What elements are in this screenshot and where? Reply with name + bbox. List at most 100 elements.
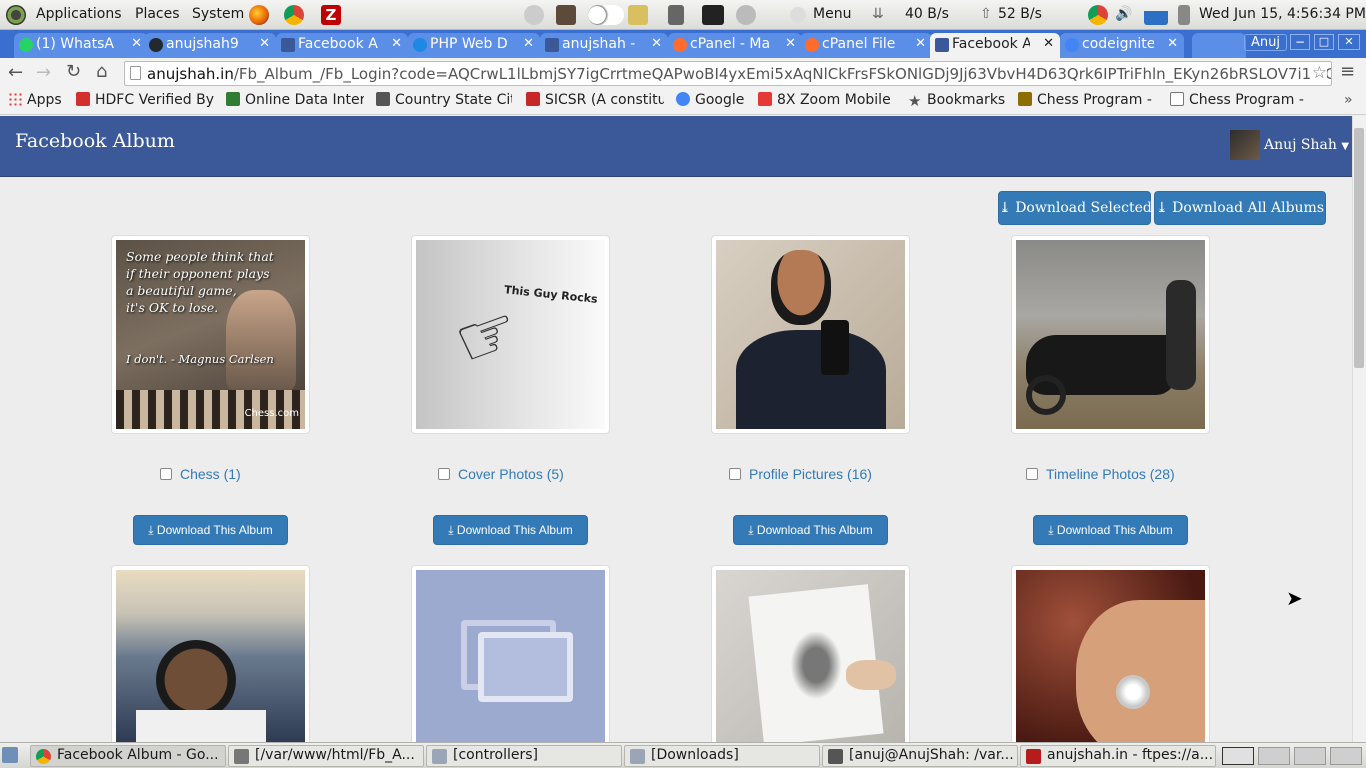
- workspace-4[interactable]: [1330, 747, 1362, 765]
- album-thumbnail-6[interactable]: [411, 565, 610, 743]
- workspace-2[interactable]: [1258, 747, 1290, 765]
- close-icon[interactable]: ✕: [915, 36, 926, 51]
- page-info-icon[interactable]: [130, 66, 141, 80]
- bookmark-8x-zoom[interactable]: 8X Zoom Mobile: [758, 92, 894, 108]
- chrome-menu-icon[interactable]: ≡: [1340, 61, 1355, 82]
- album-thumbnail-profile[interactable]: [711, 235, 910, 434]
- bookmark-folder[interactable]: ★ Bookmarks: [908, 92, 1005, 108]
- tab-php[interactable]: PHP Web D ✕: [408, 33, 540, 58]
- bookmark-country-state[interactable]: Country State Cit: [376, 92, 512, 108]
- bookmark-google[interactable]: Google: [676, 92, 744, 108]
- filezilla-icon[interactable]: Z: [321, 5, 341, 25]
- workspace-3[interactable]: [1294, 747, 1326, 765]
- battery-icon[interactable]: [1178, 5, 1190, 25]
- checkbox[interactable]: [438, 468, 450, 480]
- album-checkbox-cover[interactable]: Cover Photos (5): [438, 466, 564, 482]
- checkbox[interactable]: [1026, 468, 1038, 480]
- close-window-button[interactable]: ✕: [1338, 34, 1360, 50]
- checkbox[interactable]: [160, 468, 172, 480]
- close-icon[interactable]: ✕: [1167, 36, 1178, 51]
- bookmark-hdfc[interactable]: HDFC Verified By: [76, 92, 216, 108]
- terminal-icon[interactable]: [702, 5, 724, 25]
- firefox-icon[interactable]: [249, 5, 269, 25]
- bookmark-sicsr[interactable]: SICSR (A constitu: [526, 92, 664, 108]
- taskbar-item-chrome[interactable]: Facebook Album - Go...: [30, 745, 226, 767]
- bookmark-star-icon[interactable]: ☆: [1311, 63, 1327, 83]
- network-icon[interactable]: [736, 5, 756, 25]
- bookmark-apps[interactable]: Apps: [8, 92, 62, 108]
- maximize-button[interactable]: □: [1314, 34, 1334, 50]
- tab-github[interactable]: anujshah9 ✕: [144, 33, 276, 58]
- monitor-icon[interactable]: [628, 5, 648, 25]
- tab-whatsapp[interactable]: (1) WhatsA ✕: [14, 33, 148, 58]
- tab-facebook-active[interactable]: Facebook A ✕: [930, 33, 1060, 58]
- tab-facebook-2[interactable]: anujshah - ✕: [540, 33, 668, 58]
- album-checkbox-timeline[interactable]: Timeline Photos (28): [1026, 466, 1175, 482]
- clock[interactable]: Wed Jun 15, 4:56:34 PM: [1199, 6, 1366, 22]
- album-thumbnail-8[interactable]: [1011, 565, 1210, 743]
- download-album-button-cover[interactable]: ⤓ Download This Album: [433, 515, 588, 545]
- usb-icon[interactable]: [668, 5, 684, 25]
- menu-icon[interactable]: [790, 7, 806, 23]
- more-bookmarks-icon[interactable]: »: [1344, 92, 1353, 108]
- reload-icon[interactable]: ↻: [66, 61, 81, 82]
- taskbar-item-terminal[interactable]: [anuj@AnujShah: /var...: [822, 745, 1018, 767]
- album-thumbnail-chess[interactable]: Some people think that if their opponent…: [111, 235, 310, 434]
- taskbar-item-filezilla[interactable]: anujshah.in - ftpes://a...: [1020, 745, 1216, 767]
- taskbar-item-downloads[interactable]: [Downloads]: [624, 745, 820, 767]
- address-bar[interactable]: anujshah.in/Fb_Album_/Fb_Login?code=AQCr…: [124, 61, 1332, 86]
- close-icon[interactable]: ✕: [523, 36, 534, 51]
- chrome-icon[interactable]: [284, 5, 304, 25]
- download-album-button-timeline[interactable]: ⤓ Download This Album: [1033, 515, 1188, 545]
- eyes-icon[interactable]: [588, 5, 624, 25]
- user-menu[interactable]: Anuj Shah ▼: [1230, 130, 1349, 160]
- back-icon[interactable]: ←: [8, 62, 23, 83]
- album-thumbnail-7[interactable]: [711, 565, 910, 743]
- chrome-tray-icon[interactable]: [1088, 5, 1108, 25]
- volume-icon[interactable]: 🔊: [1115, 6, 1132, 22]
- scrollbar-thumb[interactable]: [1354, 128, 1364, 368]
- system-menu[interactable]: System: [192, 6, 244, 22]
- close-icon[interactable]: ✕: [785, 36, 796, 51]
- close-icon[interactable]: ✕: [259, 36, 270, 51]
- new-tab-button[interactable]: [1192, 33, 1246, 58]
- album-thumbnail-5[interactable]: [111, 565, 310, 743]
- workspace-1[interactable]: [1222, 747, 1254, 765]
- gnome-logo-icon[interactable]: [6, 5, 26, 25]
- places-menu[interactable]: Places: [135, 6, 180, 22]
- bookmark-chess-2[interactable]: Chess Program -: [1170, 92, 1306, 108]
- bookmark-online-data[interactable]: Online Data Inter: [226, 92, 364, 108]
- download-album-button-profile[interactable]: ⤓ Download This Album: [733, 515, 888, 545]
- download-selected-button[interactable]: ⤓ Download Selected: [998, 191, 1152, 225]
- applications-menu[interactable]: Applications: [36, 6, 122, 22]
- album-thumbnail-cover[interactable]: ☞ This Guy Rocks: [411, 235, 610, 434]
- close-icon[interactable]: ✕: [1043, 36, 1054, 51]
- tab-cpanel-2[interactable]: cPanel File ✕: [800, 33, 932, 58]
- settings-gear-icon[interactable]: [524, 5, 544, 25]
- profile-button[interactable]: Anuj: [1244, 34, 1287, 51]
- signal-bars-icon[interactable]: [1144, 5, 1168, 25]
- checkbox[interactable]: [729, 468, 741, 480]
- minimize-button[interactable]: −: [1290, 34, 1310, 50]
- download-album-button-chess[interactable]: ⤓ Download This Album: [133, 515, 288, 545]
- show-desktop-icon[interactable]: [2, 747, 18, 763]
- taskbar-item-editor[interactable]: [/var/www/html/Fb_A...: [228, 745, 424, 767]
- download-all-albums-button[interactable]: ⤓ Download All Albums: [1154, 191, 1326, 225]
- album-checkbox-chess[interactable]: Chess (1): [160, 466, 241, 482]
- crowd-photo: [116, 570, 305, 743]
- forward-icon[interactable]: →: [36, 62, 51, 83]
- close-icon[interactable]: ✕: [651, 36, 662, 51]
- close-icon[interactable]: ✕: [131, 36, 142, 51]
- home-icon[interactable]: ⌂: [96, 61, 107, 82]
- album-checkbox-profile[interactable]: Profile Pictures (16): [729, 466, 872, 482]
- album-thumbnail-timeline[interactable]: [1011, 235, 1210, 434]
- menu-label[interactable]: Menu: [813, 6, 851, 22]
- page-title[interactable]: Facebook Album: [15, 130, 175, 152]
- tab-codeigniter[interactable]: codeignite ✕: [1060, 33, 1184, 58]
- close-icon[interactable]: ✕: [391, 36, 402, 51]
- tab-facebook-1[interactable]: Facebook A ✕: [276, 33, 408, 58]
- taskbar-item-controllers[interactable]: [controllers]: [426, 745, 622, 767]
- bookmark-chess-1[interactable]: Chess Program -: [1018, 92, 1158, 108]
- tab-cpanel-1[interactable]: cPanel - Ma ✕: [668, 33, 802, 58]
- sublime-icon[interactable]: [556, 5, 576, 25]
